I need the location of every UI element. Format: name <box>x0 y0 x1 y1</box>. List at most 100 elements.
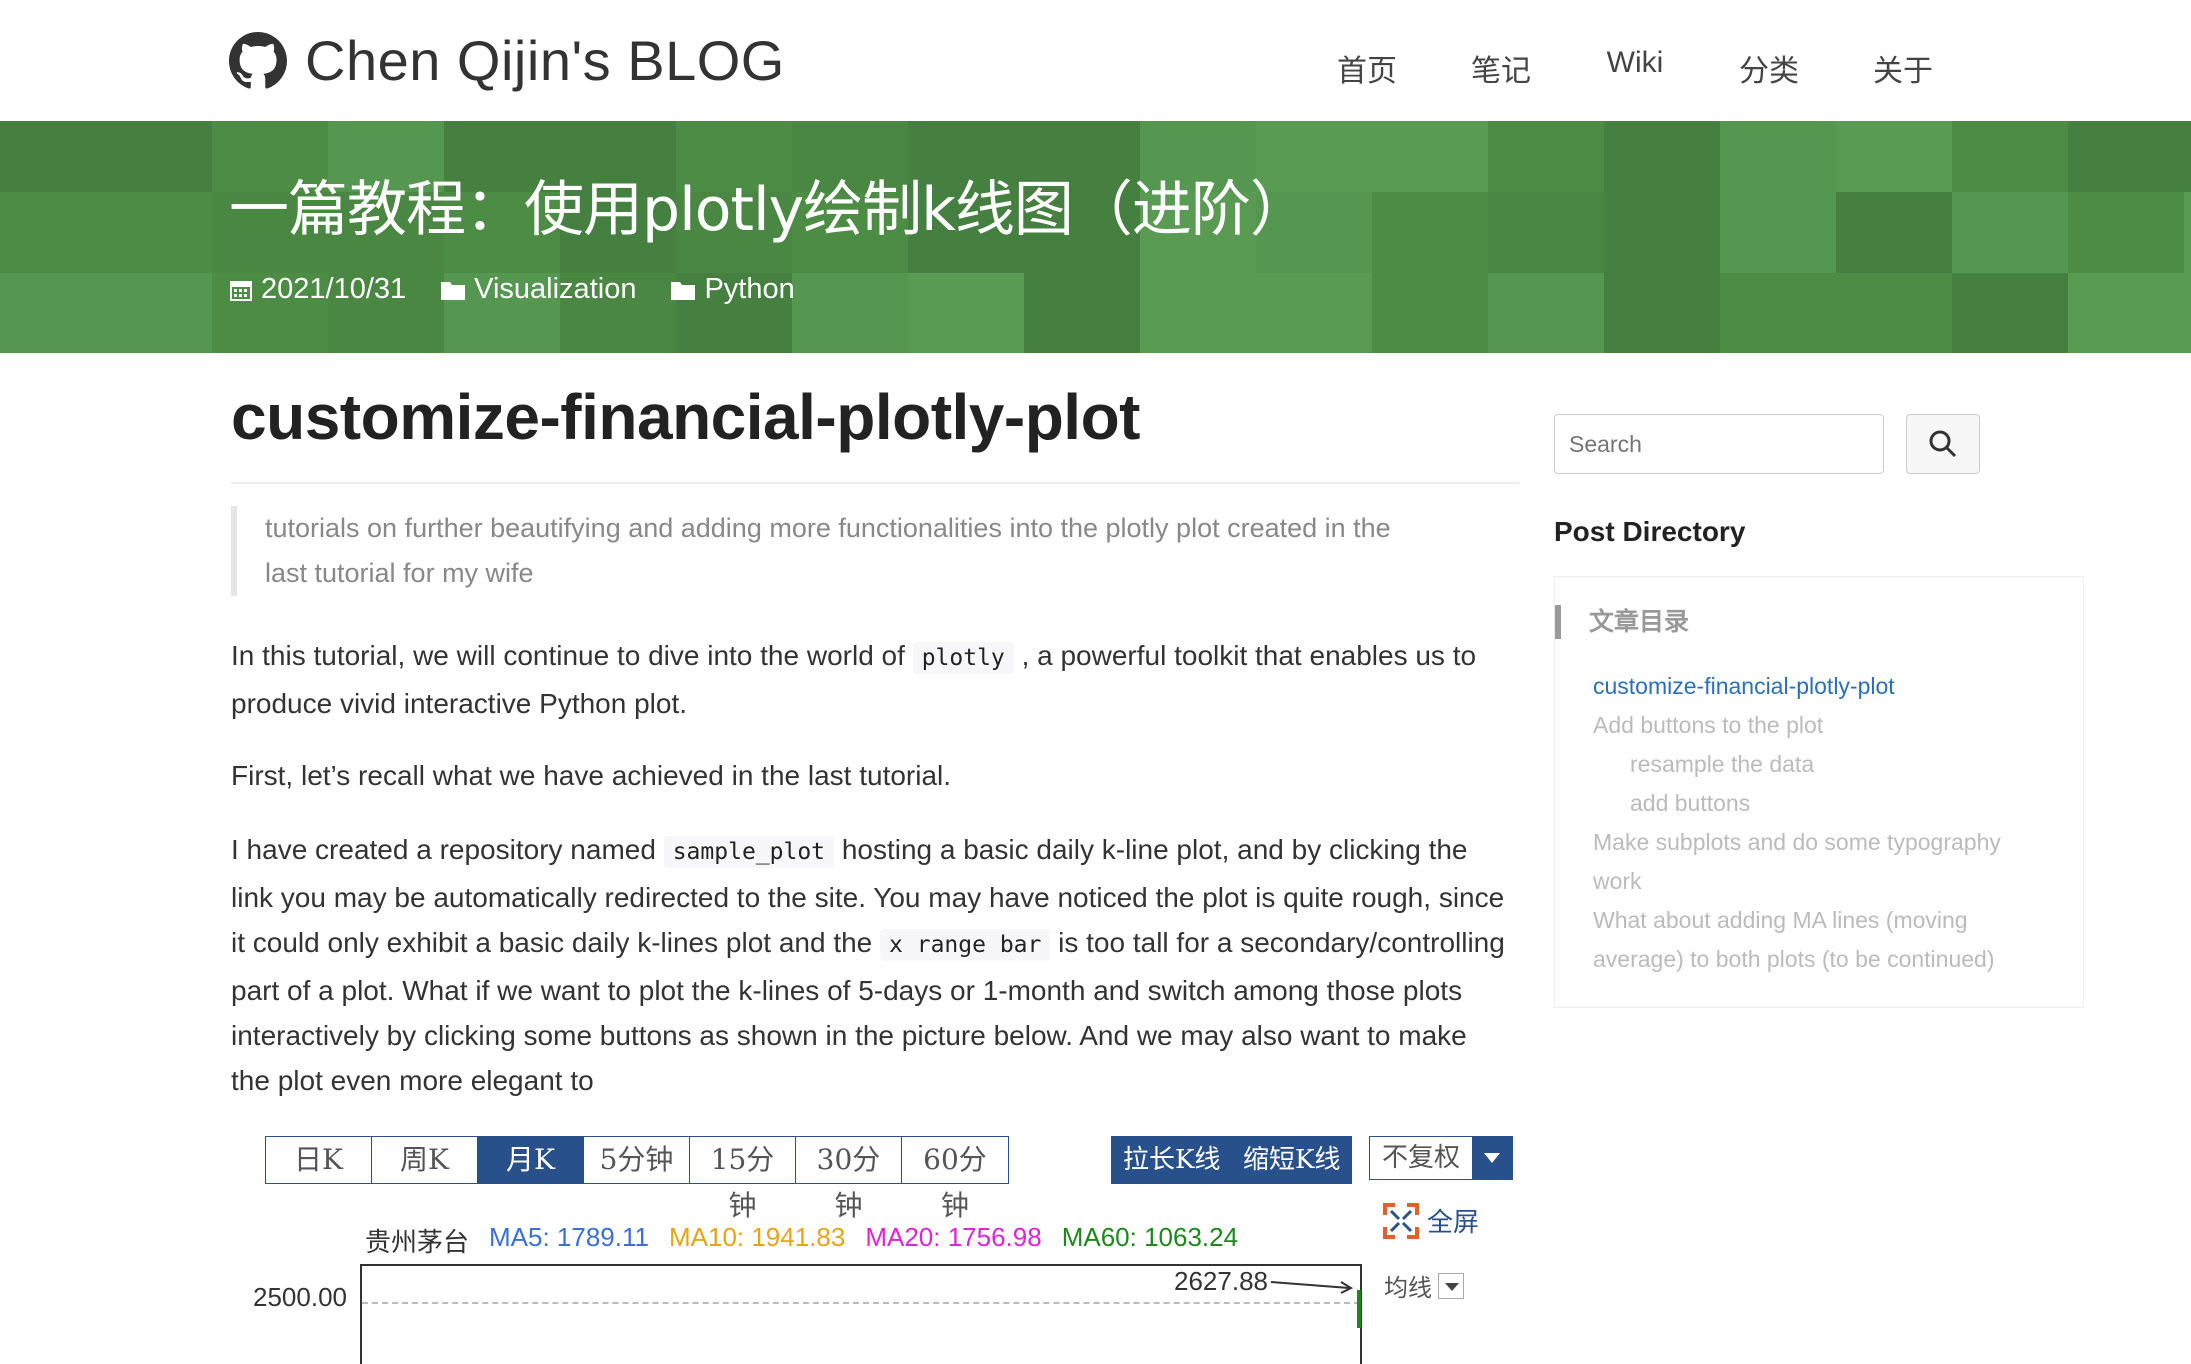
toc-title: 文章目录 <box>1555 605 1689 639</box>
ma5-value: MA5: 1789.11 <box>489 1222 649 1252</box>
post-date-text: 2021/10/31 <box>261 273 407 305</box>
banner-tile <box>1488 121 1604 193</box>
banner-tile <box>1256 273 1372 353</box>
nav-link-categories[interactable]: 分类 <box>1702 46 1836 90</box>
post-date: 2021/10/31 <box>229 273 406 306</box>
kline-chart-image: 日K 周K 月K 5分钟 15分钟 30分钟 60分钟 拉长K线 缩短K线 不复… <box>231 1128 1519 1364</box>
banner-tile <box>1952 192 2068 274</box>
banner-tile <box>0 192 96 274</box>
post-content: customize-financial-plotly-plot tutorial… <box>231 380 1519 1364</box>
toc-item-ma-lines-cont[interactable]: average) to both plots (to be continued) <box>1593 940 2063 979</box>
toc-item-add-buttons[interactable]: Add buttons to the plot <box>1593 706 2063 745</box>
banner-tile <box>1836 273 1952 353</box>
ma60-value: MA60: 1063.24 <box>1061 1222 1239 1252</box>
banner-tile <box>96 273 212 353</box>
tab-5min[interactable]: 5分钟 <box>584 1137 690 1183</box>
banner-tile <box>2068 121 2184 193</box>
toc-item-customize[interactable]: customize-financial-plotly-plot <box>1593 667 2063 706</box>
post-directory-heading: Post Directory <box>1554 516 1746 547</box>
fullscreen-button[interactable]: 全屏 <box>1383 1202 1479 1239</box>
search-icon <box>1929 430 1957 458</box>
tab-daily[interactable]: 日K <box>266 1137 372 1183</box>
post-meta: 2021/10/31 Visualization Python <box>229 273 829 306</box>
stock-name: 贵州茅台 <box>365 1228 470 1258</box>
text-span: link you may be automatically redirected… <box>231 882 1505 913</box>
toc-item-ma-lines[interactable]: What about adding MA lines (moving <box>1593 901 2063 940</box>
banner-tile <box>1488 273 1604 353</box>
toc-item-resample[interactable]: resample the data <box>1593 745 2063 784</box>
tab-30min[interactable]: 30分钟 <box>796 1137 902 1222</box>
banner-tile <box>1372 121 1488 193</box>
banner-tile <box>96 121 212 193</box>
ma-select[interactable]: 均线 <box>1384 1268 1464 1303</box>
banner-tile <box>1140 273 1256 353</box>
ma20-value: MA20: 1756.98 <box>865 1222 1042 1252</box>
text-span: produce vivid interactive Python plot. <box>231 688 688 719</box>
banner-tile <box>0 273 96 353</box>
tab-monthly[interactable]: 月K <box>478 1137 584 1183</box>
banner-tile <box>1024 273 1140 353</box>
nav-link-wiki[interactable]: Wiki <box>1568 46 1702 90</box>
text-span: , a powerful toolkit that enables us to <box>1021 640 1477 671</box>
nav-link-home[interactable]: 首页 <box>1300 46 1434 90</box>
banner-tile <box>2184 192 2191 274</box>
banner-tile <box>2068 273 2184 353</box>
github-icon <box>229 31 287 89</box>
inline-code: plotly <box>912 642 1014 674</box>
chart-legend: 贵州茅台 MA5: 1789.11 MA10: 1941.83 MA20: 17… <box>365 1222 1238 1259</box>
quote-line: last tutorial for my wife <box>265 558 534 588</box>
toc-item-subplots-cont[interactable]: work <box>1593 862 2063 901</box>
banner-tile <box>2184 273 2191 353</box>
banner-tile <box>1604 192 1720 274</box>
category-label: Visualization <box>474 273 637 305</box>
chevron-down-icon <box>1438 1272 1464 1299</box>
banner-tile <box>1952 121 2068 193</box>
text-span: part of a plot. What if we want to plot … <box>231 975 1463 1006</box>
brand-link[interactable]: Chen Qijin's BLOG <box>229 28 785 93</box>
paragraph-recall: First, let’s recall what we have achieve… <box>231 760 952 791</box>
toc-list: customize-financial-plotly-plot Add butt… <box>1593 667 2063 979</box>
ma10-value: MA10: 1941.83 <box>668 1222 846 1252</box>
folder-icon <box>441 281 466 300</box>
category-link-visualization[interactable]: Visualization <box>440 273 636 306</box>
chevron-down-icon <box>1472 1137 1512 1179</box>
toc-item-subplots[interactable]: Make subplots and do some typography <box>1593 823 2063 862</box>
category-link-python[interactable]: Python <box>670 273 795 306</box>
paragraph-intro: In this tutorial, we will continue to di… <box>231 633 1519 726</box>
table-of-contents: 文章目录 customize-financial-plotly-plot Add… <box>1554 576 2084 1008</box>
adjust-select-value: 不复权 <box>1382 1143 1461 1173</box>
banner-tile <box>1372 192 1488 274</box>
tab-weekly[interactable]: 周K <box>372 1137 478 1183</box>
inline-code: x range bar <box>880 929 1051 961</box>
text-span: I have created a repository named <box>231 834 656 865</box>
banner-tile <box>1836 121 1952 193</box>
text-span: is too tall for a secondary/controlling <box>1058 927 1505 958</box>
tab-15min[interactable]: 15分钟 <box>690 1137 796 1222</box>
inline-code: sample_plot <box>663 836 835 868</box>
banner-tile <box>96 192 212 274</box>
banner-tile <box>1604 273 1720 353</box>
search-input[interactable] <box>1554 414 1884 474</box>
banner-tile <box>1372 273 1488 353</box>
text-span: interactively by clicking some buttons a… <box>231 1020 1467 1051</box>
banner-tile <box>1720 273 1836 353</box>
title-divider <box>231 482 1519 484</box>
header-title: 一篇教程：使用plotly绘制k线图（进阶） <box>229 175 1310 245</box>
adjust-select[interactable]: 不复权 <box>1369 1136 1513 1180</box>
tab-60min[interactable]: 60分钟 <box>902 1137 1008 1222</box>
toc-item-add-buttons-sub[interactable]: add buttons <box>1593 784 2063 823</box>
search-button[interactable] <box>1906 414 1980 474</box>
gridline <box>362 1302 1360 1304</box>
fullscreen-icon <box>1383 1202 1419 1239</box>
y-tick-label: 2500.00 <box>253 1282 347 1312</box>
lengthen-kline-button[interactable]: 拉长K线 <box>1111 1136 1233 1184</box>
calendar-icon <box>230 280 252 301</box>
banner-tile <box>908 273 1024 353</box>
nav-link-about[interactable]: 关于 <box>1836 46 1970 90</box>
text-span: it could only exhibit a basic daily k-li… <box>231 927 873 958</box>
category-label: Python <box>704 273 795 305</box>
nav-link-notes[interactable]: 笔记 <box>1434 46 1568 90</box>
shorten-kline-button[interactable]: 缩短K线 <box>1231 1136 1353 1184</box>
banner-tile <box>1952 273 2068 353</box>
brand-title: Chen Qijin's BLOG <box>305 29 785 92</box>
